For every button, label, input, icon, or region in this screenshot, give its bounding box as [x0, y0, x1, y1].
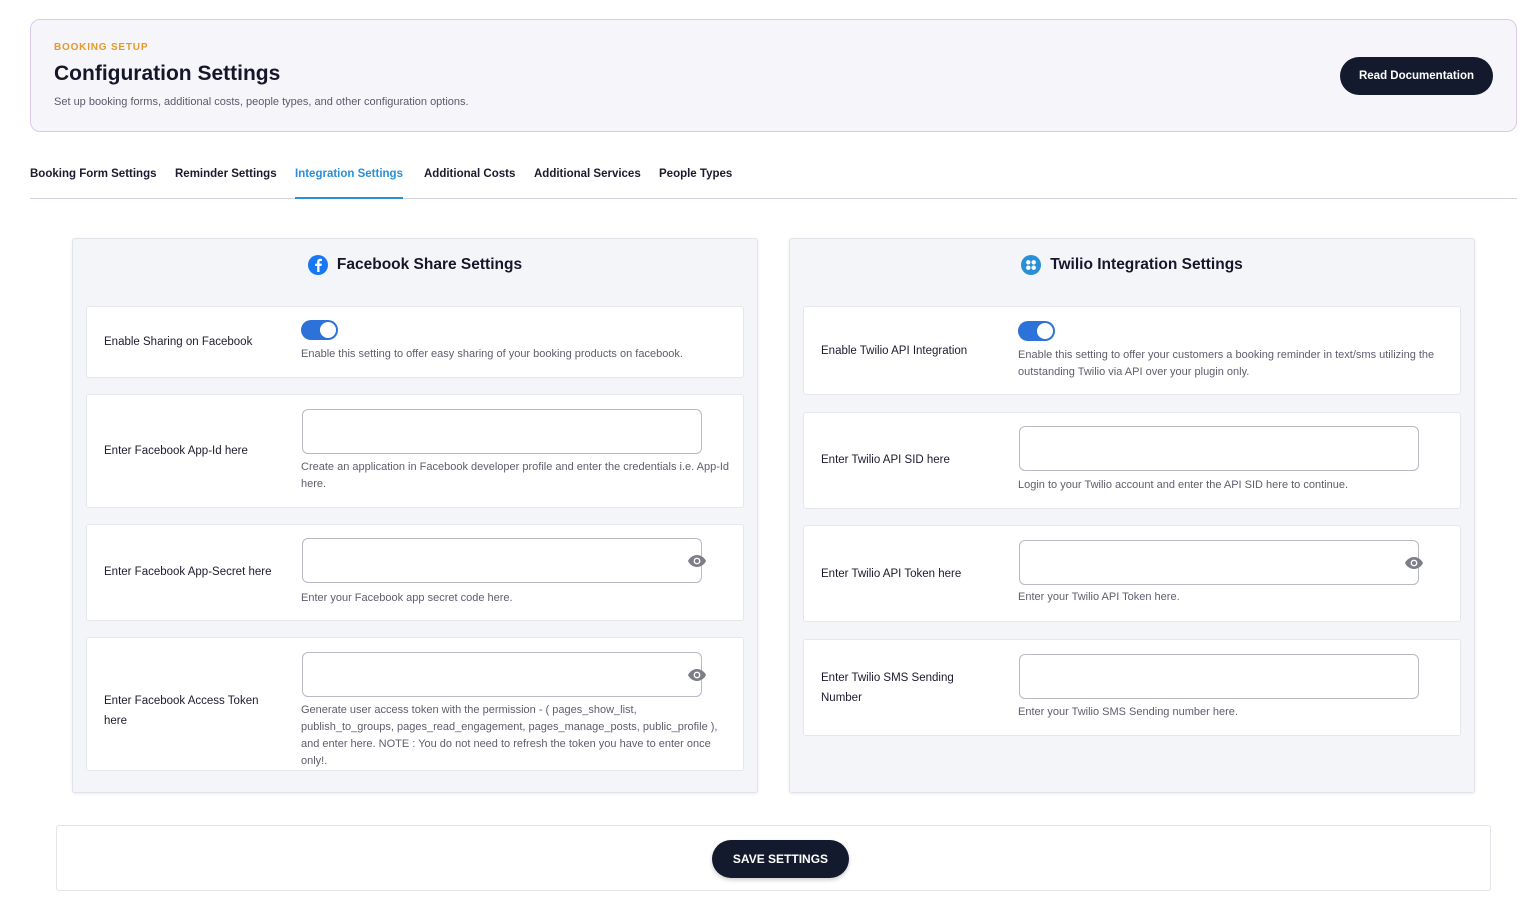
twilio-number-row: Enter Twilio SMS Sending Number Enter yo… [803, 639, 1461, 736]
facebook-app-id-help: Create an application in Facebook develo… [301, 461, 730, 490]
facebook-panel-title: Facebook Share Settings [336, 256, 523, 273]
tab-people-types[interactable]: People Types [659, 160, 732, 199]
facebook-app-secret-help: Enter your Facebook app secret code here… [301, 592, 513, 604]
facebook-icon [307, 255, 328, 275]
twilio-sid-input[interactable] [1019, 426, 1419, 471]
twilio-number-label: Enter Twilio SMS Sending Number [821, 672, 954, 704]
eyebrow-label: BOOKING SETUP [54, 42, 149, 53]
tab-reminder-settings[interactable]: Reminder Settings [175, 160, 277, 199]
facebook-access-token-row: Enter Facebook Access Token here Generat… [86, 637, 744, 771]
facebook-enable-row: Enable Sharing on Facebook Enable this s… [86, 306, 744, 378]
facebook-panel-heading: Facebook Share Settings [73, 255, 757, 275]
twilio-token-row: Enter Twilio API Token here Enter your T… [803, 525, 1461, 622]
save-settings-button[interactable]: SAVE SETTINGS [712, 840, 849, 878]
show-password-eye-icon[interactable] [687, 554, 707, 568]
tab-additional-costs[interactable]: Additional Costs [424, 160, 515, 199]
twilio-token-input[interactable] [1019, 540, 1419, 585]
page-subtitle: Set up booking forms, additional costs, … [54, 96, 469, 108]
settings-tabs: Booking Form Settings Reminder Settings … [30, 160, 1517, 199]
twilio-settings-panel: Twilio Integration Settings Enable Twili… [789, 238, 1475, 793]
twilio-icon [1021, 255, 1042, 275]
twilio-enable-label: Enable Twilio API Integration [821, 345, 968, 357]
facebook-app-id-row: Enter Facebook App-Id here Create an app… [86, 394, 744, 508]
twilio-number-help: Enter your Twilio SMS Sending number her… [1018, 706, 1238, 718]
tab-additional-services[interactable]: Additional Services [534, 160, 641, 199]
facebook-app-id-label: Enter Facebook App-Id here [104, 445, 248, 457]
show-twilio-token-eye-icon[interactable] [1404, 556, 1424, 570]
page-title: Configuration Settings [54, 62, 281, 85]
twilio-number-input[interactable] [1019, 654, 1419, 699]
save-footer: SAVE SETTINGS [56, 825, 1491, 891]
facebook-enable-toggle[interactable] [301, 320, 338, 340]
facebook-enable-label: Enable Sharing on Facebook [104, 336, 253, 348]
twilio-enable-help: Enable this setting to offer your custom… [1018, 349, 1435, 378]
facebook-app-secret-input[interactable] [302, 538, 702, 583]
twilio-token-help: Enter your Twilio API Token here. [1018, 591, 1180, 603]
facebook-app-secret-label: Enter Facebook App-Secret here [104, 566, 272, 578]
twilio-token-label: Enter Twilio API Token here [821, 568, 962, 580]
facebook-app-secret-row: Enter Facebook App-Secret here Enter you… [86, 524, 744, 621]
tab-booking-form-settings[interactable]: Booking Form Settings [30, 160, 157, 199]
facebook-settings-panel: Facebook Share Settings Enable Sharing o… [72, 238, 758, 793]
facebook-access-token-help: Generate user access token with the perm… [301, 704, 718, 767]
twilio-sid-label: Enter Twilio API SID here [821, 454, 950, 466]
tab-integration-settings[interactable]: Integration Settings [295, 160, 403, 199]
twilio-panel-heading: Twilio Integration Settings [790, 255, 1474, 275]
twilio-panel-title: Twilio Integration Settings [1050, 256, 1243, 273]
page-header: BOOKING SETUP Configuration Settings Set… [30, 19, 1517, 132]
facebook-app-id-input[interactable] [302, 409, 702, 454]
read-documentation-button[interactable]: Read Documentation [1340, 57, 1493, 95]
facebook-access-token-label: Enter Facebook Access Token here [104, 695, 259, 727]
twilio-sid-row: Enter Twilio API SID here Login to your … [803, 412, 1461, 509]
twilio-sid-help: Login to your Twilio account and enter t… [1018, 479, 1349, 491]
facebook-enable-help: Enable this setting to offer easy sharin… [301, 348, 683, 360]
show-token-eye-icon[interactable] [687, 668, 707, 682]
twilio-enable-row: Enable Twilio API Integration Enable thi… [803, 306, 1461, 395]
facebook-access-token-input[interactable] [302, 652, 702, 697]
twilio-enable-toggle[interactable] [1018, 321, 1055, 341]
